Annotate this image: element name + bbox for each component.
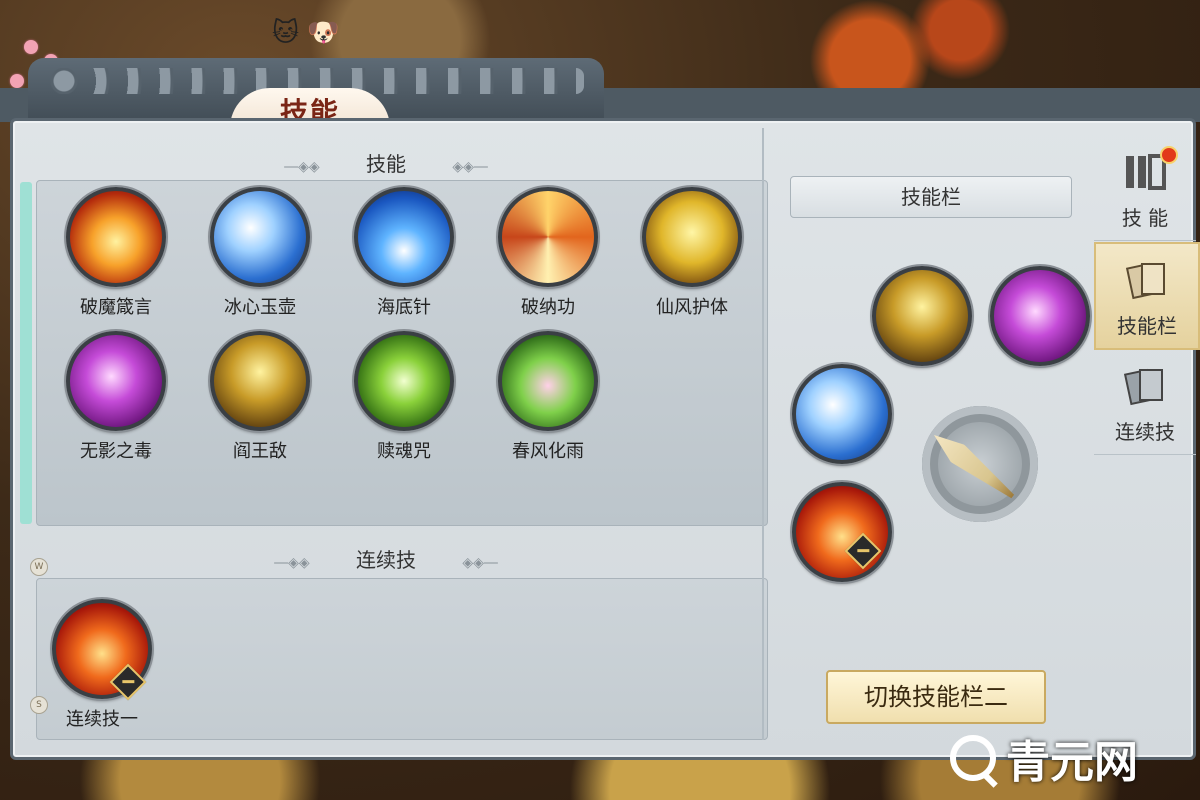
skill-item[interactable]: 春风化雨	[483, 331, 613, 463]
site-watermark: 青元网	[950, 726, 1138, 790]
skills-heading: 技能	[366, 152, 406, 176]
skill-label: 海底针	[377, 297, 431, 318]
tab-label: 连续技	[1115, 420, 1175, 444]
skill-item[interactable]: 阎王敌	[195, 331, 325, 463]
purple-poison-icon	[66, 331, 166, 431]
tab-label: 技 能	[1121, 206, 1169, 230]
skillbar-column: 技能栏 切换技能栏二	[762, 128, 1094, 740]
watermark-logo-icon	[950, 735, 996, 781]
switch-skillbar-button[interactable]: 切换技能栏二	[826, 670, 1046, 724]
skill-label: 赎魂咒	[377, 441, 431, 462]
watermark-text: 青元网	[1006, 737, 1138, 788]
ornament-icon: ―◈◈	[284, 159, 320, 175]
skill-cards-icon	[1125, 262, 1165, 300]
side-tabs: 技 能 技能栏 连续技	[1094, 128, 1200, 740]
combo-list: 连续技一	[36, 578, 768, 740]
skill-label: 仙风护体	[656, 297, 728, 318]
skillbar-slot[interactable]	[872, 266, 972, 366]
skill-item[interactable]: 赎魂咒	[339, 331, 469, 463]
golden-hands-icon	[872, 266, 972, 366]
flower-rain-icon	[498, 331, 598, 431]
purple-poison-icon	[990, 266, 1090, 366]
ornament-icon: ―◈◈	[274, 555, 310, 571]
hint-marker: S	[30, 696, 48, 714]
skills-column: ―◈◈ 技能 ◈◈― 破魔箴言 冰心玉壶 海底针 破纳功 仙风护体 无影之毒 阎…	[14, 128, 768, 740]
wave-icon	[354, 187, 454, 287]
skill-label: 春风化雨	[512, 441, 584, 462]
fire-combo-icon	[792, 482, 892, 582]
tab-skillbar[interactable]: 技能栏	[1094, 242, 1200, 350]
skill-label: 无影之毒	[80, 441, 152, 462]
water-cloud-icon	[792, 364, 892, 464]
notification-badge-icon	[1160, 146, 1178, 164]
water-cloud-icon	[210, 187, 310, 287]
ornament-icon: ◈◈―	[452, 159, 488, 175]
mascot-icons: 🐱 🐶	[272, 18, 340, 48]
tab-skills[interactable]: 技 能	[1094, 136, 1196, 241]
skill-label: 破纳功	[521, 297, 575, 318]
skill-label: 阎王敌	[233, 441, 287, 462]
blossom-decoration	[10, 74, 24, 88]
hint-marker: W	[30, 558, 48, 576]
golden-hands-icon	[210, 331, 310, 431]
fire-pillar-icon	[66, 187, 166, 287]
combo-item[interactable]: 连续技一	[37, 599, 167, 731]
combo-cards-icon	[1123, 368, 1163, 406]
skill-item[interactable]: 无影之毒	[51, 331, 181, 463]
skill-item[interactable]: 破魔箴言	[51, 187, 181, 319]
golden-shield-icon	[642, 187, 742, 287]
skillbar-slot[interactable]	[792, 482, 892, 582]
skill-item[interactable]: 仙风护体	[627, 187, 757, 319]
skillbar-slot[interactable]	[990, 266, 1090, 366]
skill-item[interactable]: 海底针	[339, 187, 469, 319]
swirl-icon	[498, 187, 598, 287]
combo-section-header: ―◈◈ 连续技 ◈◈―	[14, 544, 758, 573]
combo-heading: 连续技	[356, 548, 416, 572]
blossom-decoration	[24, 40, 38, 54]
skillbar-title: 技能栏	[790, 176, 1072, 218]
skill-label: 破魔箴言	[80, 297, 152, 318]
ornament-icon: ◈◈―	[462, 555, 498, 571]
skill-item[interactable]: 冰心玉壶	[195, 187, 325, 319]
combo-label: 连续技一	[66, 709, 138, 730]
skills-section-header: ―◈◈ 技能 ◈◈―	[14, 148, 758, 177]
skill-label: 冰心玉壶	[224, 297, 296, 318]
scroll-indicator[interactable]	[20, 182, 32, 524]
skillbar-slot[interactable]	[792, 364, 892, 464]
green-lotus-icon	[354, 331, 454, 431]
tab-label: 技能栏	[1117, 314, 1177, 338]
skills-grid: 破魔箴言 冰心玉壶 海底针 破纳功 仙风护体 无影之毒 阎王敌 赎魂咒 春风化雨	[36, 180, 768, 526]
tab-combo[interactable]: 连续技	[1094, 350, 1196, 455]
skill-item[interactable]: 破纳功	[483, 187, 613, 319]
